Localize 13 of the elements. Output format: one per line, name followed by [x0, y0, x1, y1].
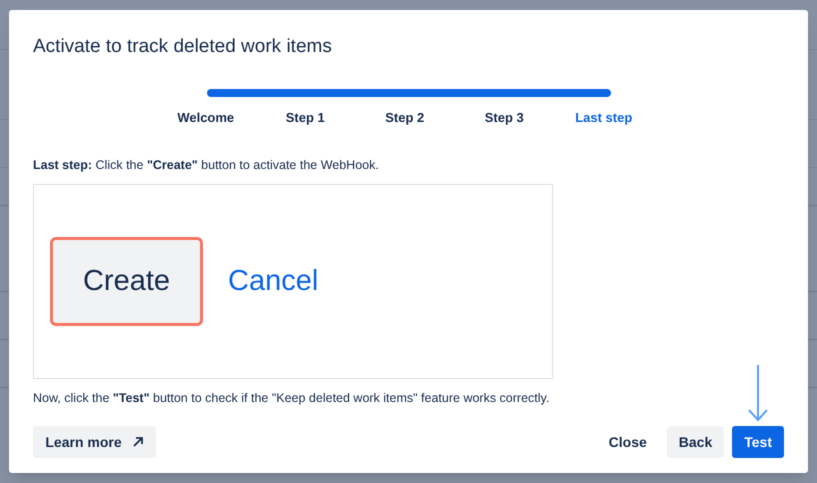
dialog-button[interactable]: Back	[666, 426, 724, 458]
step-label: Welcome	[176, 109, 236, 127]
dialog-button[interactable]: Close	[596, 426, 659, 458]
step-label: Step 2	[384, 109, 426, 127]
dialog-title: Activate to track deleted work items	[33, 35, 333, 59]
external-link-icon	[132, 436, 144, 448]
note-text: Now, click the "Test" button to check if the "Keep deleted work items" feature works correctly.	[33, 390, 550, 408]
dialog-button[interactable]: Test	[732, 426, 784, 458]
learn-more-button[interactable]: Learn more	[33, 426, 156, 458]
step-label: Step 1	[284, 109, 326, 127]
instruction-text: Last step: Click the "Create" button to activate the WebHook.	[33, 156, 380, 174]
step-label: Last step	[574, 109, 634, 127]
step-label: Step 3	[484, 109, 525, 127]
